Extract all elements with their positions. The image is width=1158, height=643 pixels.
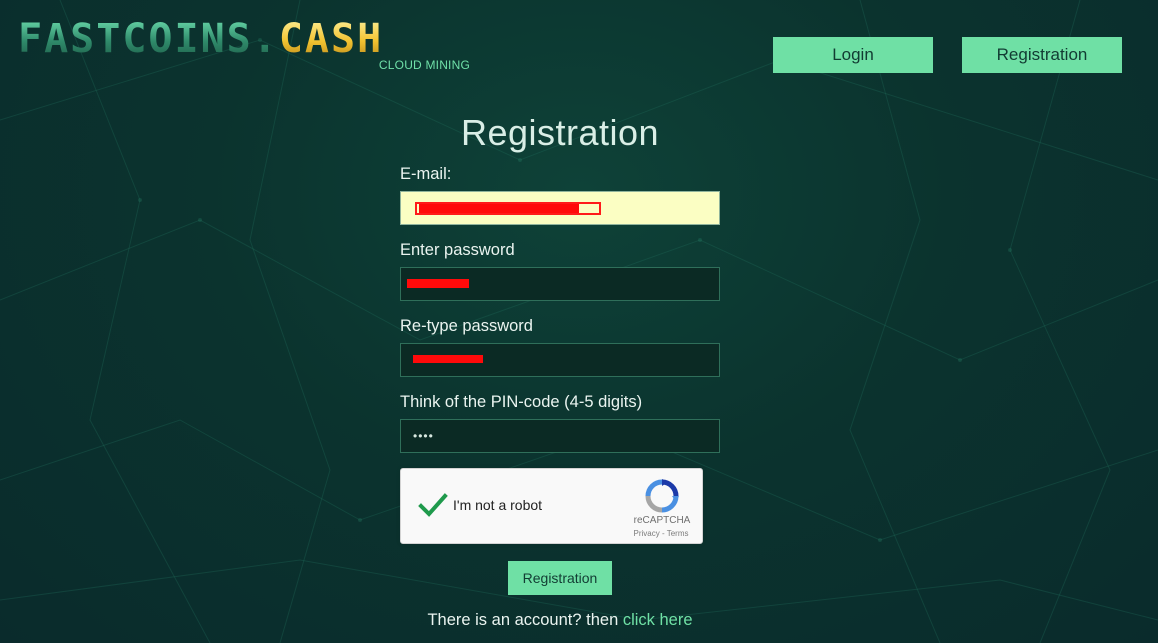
recaptcha-label: I'm not a robot	[453, 497, 543, 513]
redacted-email-box	[415, 202, 601, 215]
pin-value: ••••	[413, 429, 434, 443]
header-registration-button[interactable]: Registration	[962, 37, 1122, 73]
login-prompt-text: There is an account? then	[427, 611, 619, 629]
redacted-retype-mark	[413, 355, 483, 363]
email-label: E-mail:	[400, 165, 452, 183]
recaptcha-brand: reCAPTCHA	[633, 515, 691, 526]
checkmark-icon[interactable]	[417, 489, 449, 521]
retype-password-field[interactable]	[400, 343, 720, 377]
logo-wordmark: FASTCOINS.CASH	[18, 19, 383, 59]
background-network-pattern	[0, 0, 1158, 643]
email-field[interactable]	[400, 191, 720, 225]
recaptcha-logo-icon	[645, 479, 679, 513]
password-label: Enter password	[400, 241, 515, 259]
login-prompt: There is an account? then click here	[0, 611, 1120, 630]
logo-tagline: CLOUD MINING	[378, 58, 470, 72]
login-link[interactable]: click here	[623, 611, 693, 629]
recaptcha-privacy-terms-links[interactable]: Privacy - Terms	[623, 529, 699, 538]
page-title: Registration	[460, 112, 660, 153]
retype-password-label: Re-type password	[400, 317, 533, 335]
registration-submit-button[interactable]: Registration	[508, 561, 612, 595]
password-field[interactable]	[400, 267, 720, 301]
recaptcha-widget[interactable]: I'm not a robot reCAPTCHA Privacy - Term…	[400, 468, 703, 544]
redacted-password-mark	[407, 279, 469, 288]
logo-text-fastcoins: FASTCOINS.	[18, 16, 279, 62]
site-logo[interactable]: FASTCOINS.CASH CLOUD MINING	[18, 19, 472, 74]
pin-field[interactable]: ••••	[400, 419, 720, 453]
header-login-button[interactable]: Login	[773, 37, 933, 73]
logo-text-cash: CASH	[278, 16, 384, 62]
pin-label: Think of the PIN-code (4-5 digits)	[400, 393, 643, 411]
